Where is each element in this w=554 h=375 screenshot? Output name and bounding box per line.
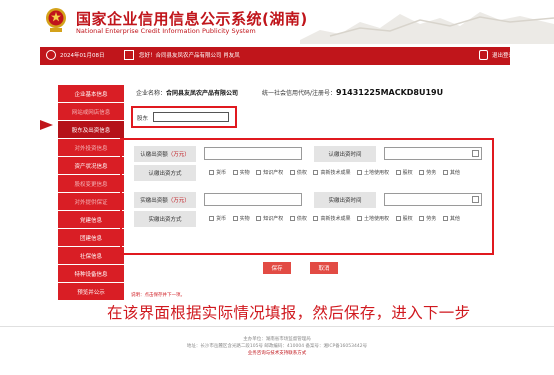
paid-option-checkbox[interactable] bbox=[289, 216, 295, 221]
subscribed-option-checkbox[interactable] bbox=[256, 170, 262, 175]
calendar-icon[interactable] bbox=[472, 196, 479, 203]
logout-icon[interactable] bbox=[479, 50, 488, 60]
user-greeting: 您好！合同县友凤农产品有限公司 肖友凤 bbox=[139, 53, 240, 59]
subscribed-method-label: 认缴出资方式 bbox=[134, 165, 196, 181]
site-subtitle: National Enterprise Credit Information P… bbox=[76, 27, 256, 35]
current-date: 2024年01月08日 bbox=[60, 53, 105, 59]
sidebar-item-party-info[interactable]: 党建信息 bbox=[58, 211, 124, 228]
paid-option-checkbox[interactable] bbox=[209, 216, 214, 221]
form-note: 说明：点击保存并下一项。 bbox=[131, 293, 185, 298]
subscribed-option-checkbox[interactable] bbox=[395, 170, 401, 175]
footer-divider bbox=[0, 326, 554, 327]
sidebar-item-special-equipment[interactable]: 特种设备信息 bbox=[58, 265, 124, 282]
sidebar-item-social-security[interactable]: 社保信息 bbox=[58, 247, 124, 264]
sidebar-item-league-info[interactable]: 团建信息 bbox=[58, 229, 124, 246]
great-wall-art bbox=[300, 12, 554, 44]
footer-organizer: 主办单位：湖南省市场监督管理局 bbox=[243, 337, 311, 342]
subscribed-amount-input[interactable] bbox=[204, 147, 302, 160]
sidebar-item-preview-publish[interactable]: 预览并公示 bbox=[58, 283, 124, 300]
national-emblem-icon bbox=[46, 8, 66, 32]
credit-code-line: 统一社会信用代码/注册号：91431225MACKD8U19U bbox=[262, 88, 443, 97]
company-name: 合同县友凤农产品有限公司 bbox=[166, 90, 239, 97]
subscribed-date-input[interactable] bbox=[384, 147, 482, 160]
paid-date-input[interactable] bbox=[384, 193, 482, 206]
sidebar-item-basic-info[interactable]: 企业基本信息 bbox=[58, 85, 124, 102]
shareholder-highlight: 股东 bbox=[131, 106, 237, 128]
subscribed-date-label: 认缴出资时间 bbox=[314, 146, 376, 162]
paid-amount-input[interactable] bbox=[204, 193, 302, 206]
paid-option-checkbox[interactable] bbox=[232, 216, 238, 221]
subscribed-option-checkbox[interactable] bbox=[209, 170, 214, 175]
company-name-line: 企业名称：合同县友凤农产品有限公司 bbox=[136, 88, 238, 97]
footer-support-link[interactable]: 业务咨询与技术支持联系方式 bbox=[0, 350, 554, 356]
subscribed-option-checkbox[interactable] bbox=[289, 170, 295, 175]
clock-icon bbox=[46, 50, 56, 60]
paid-method-options: 货币 实物 知识产权 债权 高新技术成果 土地使用权 股权 劳务 其他 bbox=[204, 215, 460, 222]
subscribed-option-checkbox[interactable] bbox=[313, 170, 319, 175]
sidebar-item-equity-change[interactable]: 股权变更信息 bbox=[58, 175, 124, 192]
credit-code: 91431225MACKD8U19U bbox=[336, 88, 444, 97]
arrow-marker-icon bbox=[40, 120, 53, 130]
credit-code-label: 统一社会信用代码/注册号： bbox=[262, 90, 337, 97]
shareholder-input[interactable] bbox=[153, 112, 229, 122]
site-title: 国家企业信用信息公示系统(湖南) bbox=[76, 10, 308, 28]
paid-method-label: 实缴出资方式 bbox=[134, 211, 196, 227]
company-name-label: 企业名称： bbox=[136, 90, 167, 97]
paid-option-checkbox[interactable] bbox=[357, 216, 363, 221]
book-icon bbox=[124, 50, 134, 60]
sidebar-item-website-info[interactable]: 网站或网店信息 bbox=[58, 103, 124, 120]
subscribed-option-checkbox[interactable] bbox=[442, 170, 448, 175]
shareholder-label: 股东 bbox=[137, 116, 149, 122]
paid-option-checkbox[interactable] bbox=[419, 216, 425, 221]
sidebar-item-shareholder-info[interactable]: 股东及出资信息 bbox=[58, 121, 124, 138]
save-button[interactable]: 保存 bbox=[263, 262, 291, 274]
site-header: 国家企业信用信息公示系统(湖南) National Enterprise Cre… bbox=[0, 0, 554, 44]
subscribed-option-checkbox[interactable] bbox=[357, 170, 363, 175]
calendar-icon[interactable] bbox=[472, 150, 479, 157]
paid-option-checkbox[interactable] bbox=[313, 216, 319, 221]
instruction-caption: 在该界面根据实际情况填报，然后保存，进入下一步 bbox=[107, 304, 471, 322]
subscribed-option-checkbox[interactable] bbox=[232, 170, 238, 175]
contribution-details-highlight: 认缴出资额 （万元） 认缴出资时间 认缴出资方式 货币 实物 知识产权 债权 高新… bbox=[120, 138, 494, 255]
subscribed-option-checkbox[interactable] bbox=[419, 170, 425, 175]
sidebar-item-guarantee[interactable]: 对外提供保证 bbox=[58, 193, 124, 210]
paid-option-checkbox[interactable] bbox=[256, 216, 262, 221]
subscribed-amount-label: 认缴出资额 （万元） bbox=[134, 146, 196, 162]
subscribed-method-row: 认缴出资方式 货币 实物 知识产权 债权 高新技术成果 土地使用权 股权 劳务 … bbox=[134, 165, 484, 183]
sidebar-item-investment-info[interactable]: 对外投资信息 bbox=[58, 139, 124, 156]
cancel-button[interactable]: 取消 bbox=[310, 262, 338, 274]
top-bar: 2024年01月08日 您好！合同县友凤农产品有限公司 肖友凤 退出登录 bbox=[40, 47, 514, 65]
sidebar-item-assets-info[interactable]: 资产状况信息 bbox=[58, 157, 124, 174]
paid-option-checkbox[interactable] bbox=[395, 216, 401, 221]
footer-address: 地址：长沙市岳麓区含光路二段105号 邮政编码：410004 备案号：湘ICP备… bbox=[186, 344, 368, 349]
paid-method-row: 实缴出资方式 货币 实物 知识产权 债权 高新技术成果 土地使用权 股权 劳务 … bbox=[134, 211, 484, 229]
subscribed-method-options: 货币 实物 知识产权 债权 高新技术成果 土地使用权 股权 劳务 其他 bbox=[204, 169, 460, 176]
sidebar-nav: 企业基本信息 网站或网店信息 股东及出资信息 对外投资信息 资产状况信息 股权变… bbox=[58, 85, 124, 301]
logout-link[interactable]: 退出登录 bbox=[492, 51, 514, 59]
paid-date-label: 实缴出资时间 bbox=[314, 192, 376, 208]
paid-option-checkbox[interactable] bbox=[442, 216, 448, 221]
paid-amount-label: 实缴出资额 （万元） bbox=[134, 192, 196, 208]
